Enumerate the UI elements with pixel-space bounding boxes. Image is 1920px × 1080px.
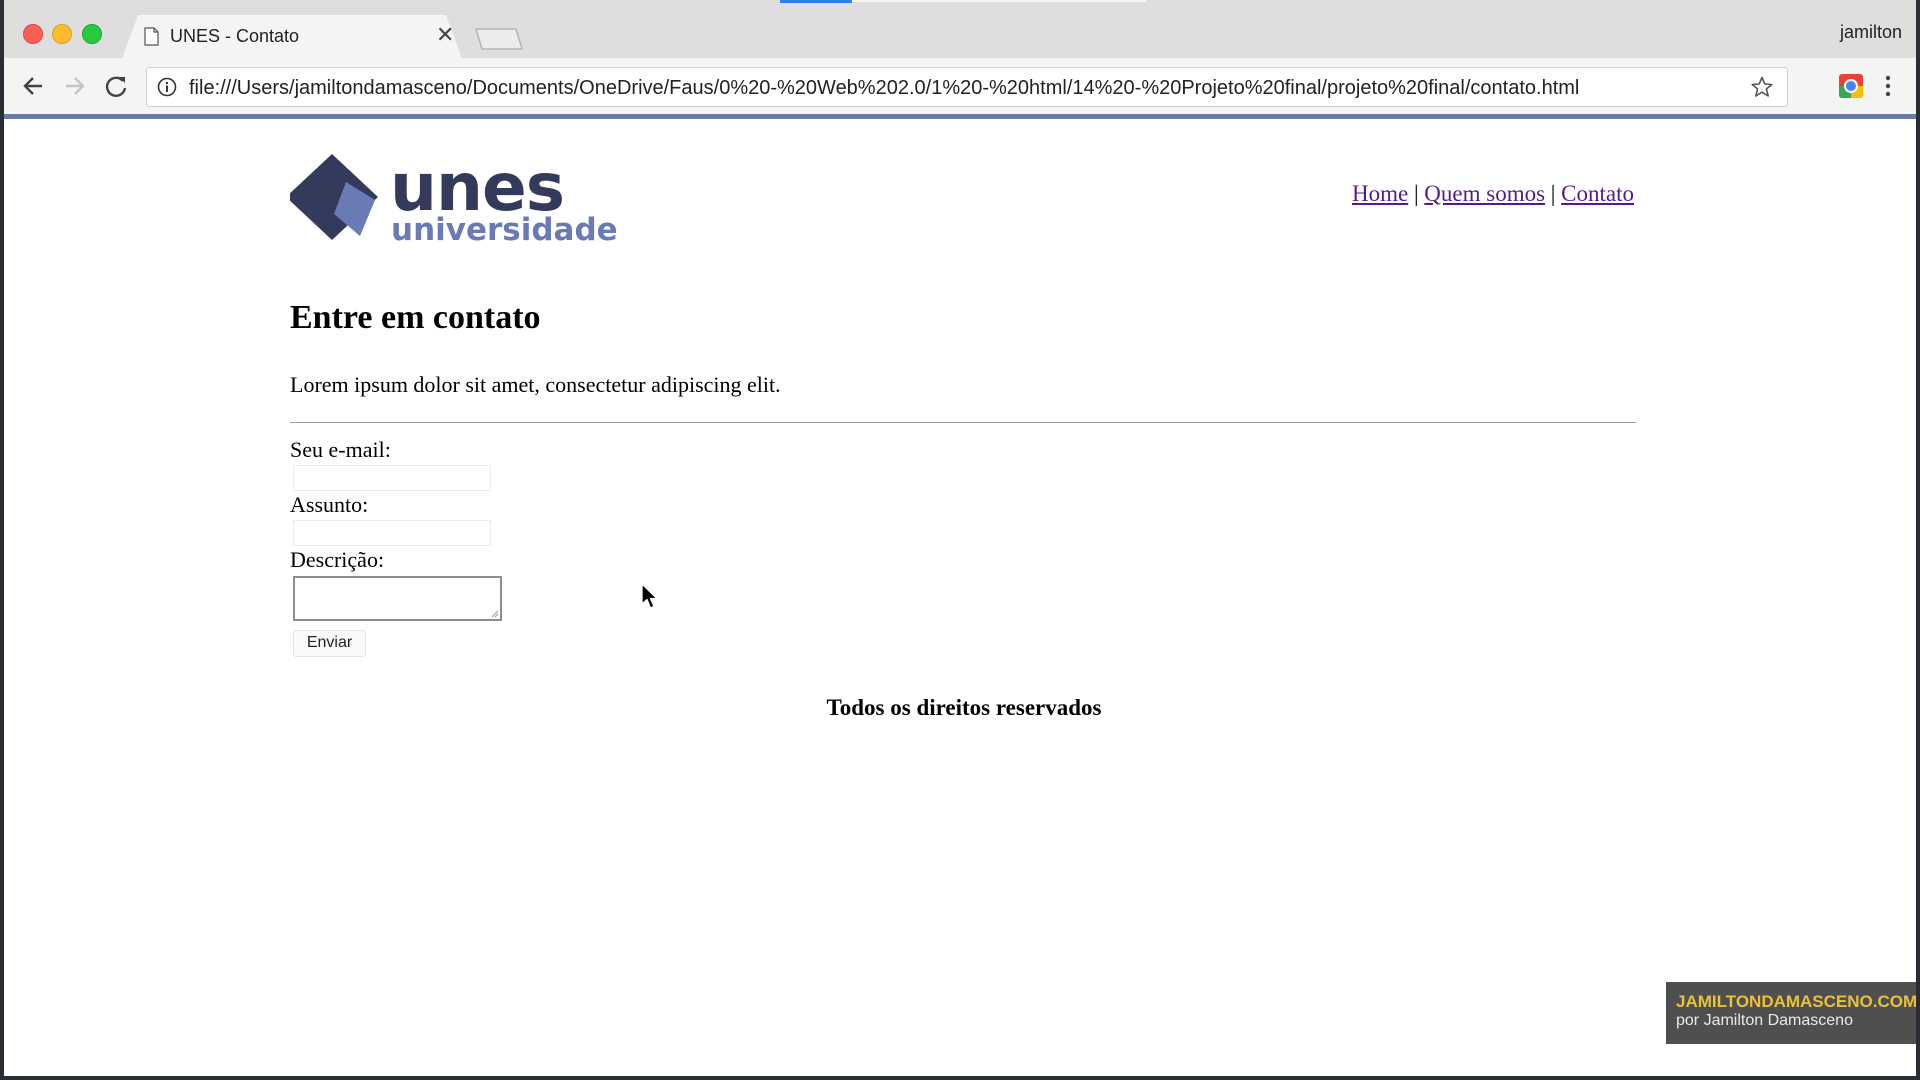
page-icon bbox=[144, 27, 159, 46]
page-footer: Todos os direitos reservados bbox=[826, 695, 1102, 720]
description-textarea[interactable] bbox=[293, 576, 502, 621]
nav-contato-link[interactable]: Contato bbox=[1561, 181, 1634, 206]
subject-field[interactable] bbox=[293, 520, 491, 546]
watermark-badge: JAMILTONDAMASCENO.COM por Jamilton Damas… bbox=[1666, 982, 1916, 1044]
back-icon[interactable] bbox=[20, 72, 48, 100]
tab-strip: UNES - Contato ✕ jamilton bbox=[4, 0, 1916, 59]
nav-quem-somos-link[interactable]: Quem somos bbox=[1424, 181, 1545, 206]
email-label: Seu e-mail: bbox=[290, 437, 391, 462]
nav-separator: | bbox=[1550, 181, 1556, 206]
unes-logo[interactable]: unes universidade bbox=[290, 152, 620, 242]
watermark-line-1: JAMILTONDAMASCENO.COM bbox=[1676, 992, 1916, 1011]
profile-name[interactable]: jamilton bbox=[1840, 22, 1902, 43]
tab-title: UNES - Contato bbox=[170, 26, 300, 46]
horizontal-rule bbox=[290, 422, 1636, 423]
mouse-cursor-icon bbox=[641, 583, 658, 609]
watermark-line-2: por Jamilton Damasceno bbox=[1676, 1012, 1853, 1029]
logo-diamond-icon bbox=[290, 154, 378, 240]
window-close-button[interactable] bbox=[23, 24, 43, 44]
submit-button[interactable]: Enviar bbox=[293, 630, 366, 657]
loading-track bbox=[852, 0, 1146, 2]
page-title: Entre em contato bbox=[290, 299, 541, 336]
bookmark-star-icon[interactable] bbox=[1751, 76, 1773, 98]
browser-window: UNES - Contato ✕ jamilton file:///Users/… bbox=[4, 0, 1916, 1076]
new-tab-button[interactable] bbox=[474, 27, 524, 51]
address-bar[interactable]: file:///Users/jamiltondamasceno/Document… bbox=[146, 67, 1788, 107]
extension-icon[interactable] bbox=[1838, 73, 1864, 99]
nav-separator: | bbox=[1413, 181, 1419, 206]
loading-indicator bbox=[780, 0, 852, 3]
logo-text-sub: universidade bbox=[391, 212, 618, 242]
url-text[interactable]: file:///Users/jamiltondamasceno/Document… bbox=[189, 77, 1579, 100]
info-icon[interactable] bbox=[157, 77, 177, 97]
web-page: unes universidade Home | Quem somos | Co… bbox=[4, 119, 1916, 1076]
forward-icon[interactable] bbox=[60, 72, 88, 100]
browser-toolbar: file:///Users/jamiltondamasceno/Document… bbox=[4, 58, 1916, 115]
reload-icon[interactable] bbox=[102, 72, 130, 100]
close-icon[interactable]: ✕ bbox=[436, 23, 454, 47]
nav-home-link[interactable]: Home bbox=[1352, 181, 1408, 206]
description-label: Descrição: bbox=[290, 547, 385, 572]
menu-icon[interactable] bbox=[1884, 74, 1892, 98]
main-nav: Home | Quem somos | Contato bbox=[1352, 181, 1634, 207]
email-field[interactable] bbox=[293, 465, 491, 491]
window-maximize-button[interactable] bbox=[82, 24, 102, 44]
desktop-edge bbox=[0, 1076, 1920, 1080]
window-minimize-button[interactable] bbox=[52, 24, 72, 44]
intro-text: Lorem ipsum dolor sit amet, consectetur … bbox=[290, 372, 781, 397]
resize-grip-icon[interactable] bbox=[489, 608, 499, 618]
subject-label: Assunto: bbox=[290, 492, 369, 517]
